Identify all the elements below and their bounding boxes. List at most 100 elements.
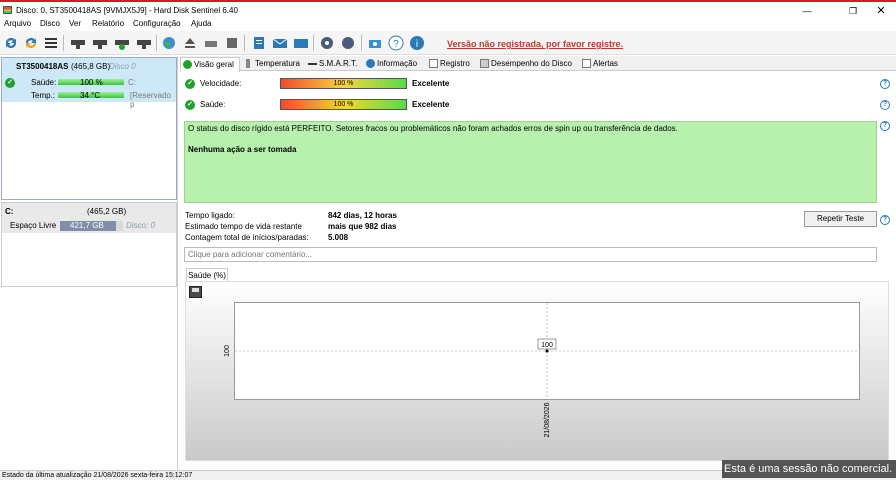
document-icon xyxy=(429,59,438,68)
toolbar-separator xyxy=(361,35,362,51)
noncommercial-notice: Esta é uma sessão não comercial. xyxy=(722,460,896,478)
comment-field[interactable]: Clique para adicionar comentário... xyxy=(184,247,877,262)
volume-size: (465,2 GB) xyxy=(87,207,127,216)
disk-list-pane: ST3500418AS (465,8 GB) Disco 0 ✓ Saúde: … xyxy=(0,56,178,470)
disk-entry[interactable]: ST3500418AS (465,8 GB) Disco 0 ✓ Saúde: … xyxy=(1,57,177,200)
health-volume: C: xyxy=(128,78,136,87)
speed-ok-icon: ✓ xyxy=(185,79,195,89)
volume-name: C: xyxy=(5,207,14,216)
disk-tools-icon[interactable] xyxy=(136,35,152,51)
alert-icon xyxy=(582,59,591,68)
tab-temperature[interactable]: Temperatura xyxy=(242,57,304,71)
check-icon xyxy=(183,60,192,69)
tab-label: Informação xyxy=(377,59,418,68)
refresh-icon[interactable] xyxy=(3,35,19,51)
plot-area xyxy=(234,302,860,400)
speed-rating: Excelente xyxy=(412,79,450,88)
health-ok-icon: ✓ xyxy=(185,100,195,110)
svg-text:i: i xyxy=(416,39,418,50)
save-icon[interactable] xyxy=(189,286,202,298)
tab-label: Visão geral xyxy=(194,60,234,69)
tab-information[interactable]: Informação xyxy=(364,57,424,71)
start-stop-value: 5.008 xyxy=(328,233,349,242)
close-button[interactable]: ✕ xyxy=(866,4,896,18)
lifetime-label: Estimado tempo de vida restante xyxy=(185,222,302,231)
disk-number: Disco 0 xyxy=(109,62,136,71)
speed-help-icon[interactable]: ? xyxy=(880,79,890,89)
menu-disco[interactable]: Disco xyxy=(40,19,60,28)
toolbar: ? i Versão não registrada, por favor reg… xyxy=(0,31,896,55)
disk-test-icon[interactable] xyxy=(92,35,108,51)
info-icon[interactable]: i xyxy=(409,35,425,51)
tab-smart[interactable]: S.M.A.R.T. xyxy=(306,57,361,71)
app-icon xyxy=(3,6,12,14)
drive-icon[interactable] xyxy=(203,35,219,51)
mail-icon[interactable] xyxy=(272,35,288,51)
toolbar-separator xyxy=(244,35,245,51)
speed-bar: 100 % xyxy=(280,78,407,89)
menu-ajuda[interactable]: Ajuda xyxy=(191,19,211,28)
health-help-icon[interactable]: ? xyxy=(880,100,890,110)
status-message: O status do disco rígido está PERFEITO. … xyxy=(188,124,678,133)
tab-log[interactable]: Registro xyxy=(427,57,474,71)
title-bar: Disco: 0, ST3500418AS [9VMJX5J9] - Hard … xyxy=(0,0,896,18)
report-icon[interactable] xyxy=(251,35,267,51)
gear-icon[interactable] xyxy=(319,35,335,51)
send-report-icon[interactable] xyxy=(293,35,309,51)
disk-size: (465,8 GB) xyxy=(71,62,111,71)
menu-relatorio[interactable]: Relatório xyxy=(92,19,124,28)
disk-entry-header: ST3500418AS (465,8 GB) Disco 0 ✓ Saúde: … xyxy=(2,58,176,109)
maximize-button[interactable]: ❐ xyxy=(838,4,868,18)
print-icon[interactable] xyxy=(224,35,240,51)
list-icon[interactable] xyxy=(43,35,59,51)
toolbar-separator xyxy=(63,35,64,51)
eject-icon[interactable] xyxy=(182,35,198,51)
disk-ok-icon[interactable] xyxy=(114,35,130,51)
smart-icon xyxy=(308,63,317,65)
tab-label: Registro xyxy=(440,59,470,68)
tab-label: Desempenho do Disco xyxy=(491,59,572,68)
toolbar-separator xyxy=(313,35,314,51)
repeat-test-button[interactable]: Repetir Teste xyxy=(804,211,877,227)
globe-icon[interactable] xyxy=(161,35,177,51)
volume-entry[interactable]: C: (465,2 GB) Espaço Livre 421,7 GB Disc… xyxy=(1,202,177,287)
chart-tab-health[interactable]: Saúde (%) xyxy=(186,268,228,282)
disk-icon[interactable] xyxy=(70,35,86,51)
volume-header: C: (465,2 GB) Espaço Livre 421,7 GB Disc… xyxy=(2,203,176,233)
settings-icon[interactable] xyxy=(340,35,356,51)
lifetime-value: mais que 982 dias xyxy=(328,222,397,231)
health-label: Saúde: xyxy=(31,78,57,87)
health-ok-icon: ✓ xyxy=(5,78,15,88)
power-on-label: Tempo ligado: xyxy=(185,211,235,220)
menu-ver[interactable]: Ver xyxy=(69,19,81,28)
svg-text:?: ? xyxy=(393,39,399,50)
status-help-icon[interactable]: ? xyxy=(880,121,890,131)
tab-label: S.M.A.R.T. xyxy=(319,59,358,68)
power-on-value: 842 dias, 12 horas xyxy=(328,211,397,220)
temp-reserved: [Reservado p xyxy=(130,91,171,109)
tab-performance[interactable]: Desempenho do Disco xyxy=(478,57,576,71)
recommended-action: Nenhuma ação a ser tomada xyxy=(188,145,297,154)
refresh-all-icon[interactable] xyxy=(23,35,39,51)
tab-overview[interactable]: Visão geral xyxy=(180,57,240,72)
camera-icon[interactable] xyxy=(367,35,383,51)
free-space-label: Espaço Livre xyxy=(10,221,57,230)
status-box: O status do disco rígido está PERFEITO. … xyxy=(184,121,877,203)
register-link[interactable]: Versão não registrada, por favor registr… xyxy=(447,39,623,49)
temp-value: 34 °C xyxy=(80,91,101,100)
temp-label: Temp.: xyxy=(31,91,56,100)
health-label: Saúde: xyxy=(200,100,226,109)
menu-bar: Arquivo Disco Ver Relatório Configuração… xyxy=(0,18,896,31)
volume-disk: Disco: 0 xyxy=(126,221,155,230)
thermometer-icon xyxy=(246,59,250,68)
health-value: 100 % xyxy=(80,78,103,87)
disk-name: ST3500418AS xyxy=(16,62,69,71)
menu-arquivo[interactable]: Arquivo xyxy=(4,19,31,28)
menu-configuracao[interactable]: Configuração xyxy=(133,19,181,28)
tab-alerts[interactable]: Alertas xyxy=(580,57,625,71)
help-icon[interactable]: ? xyxy=(388,35,404,51)
test-help-icon[interactable]: ? xyxy=(880,215,890,225)
health-bar: 100 % xyxy=(280,99,407,110)
performance-icon xyxy=(480,59,489,68)
minimize-button[interactable]: — xyxy=(792,4,822,18)
